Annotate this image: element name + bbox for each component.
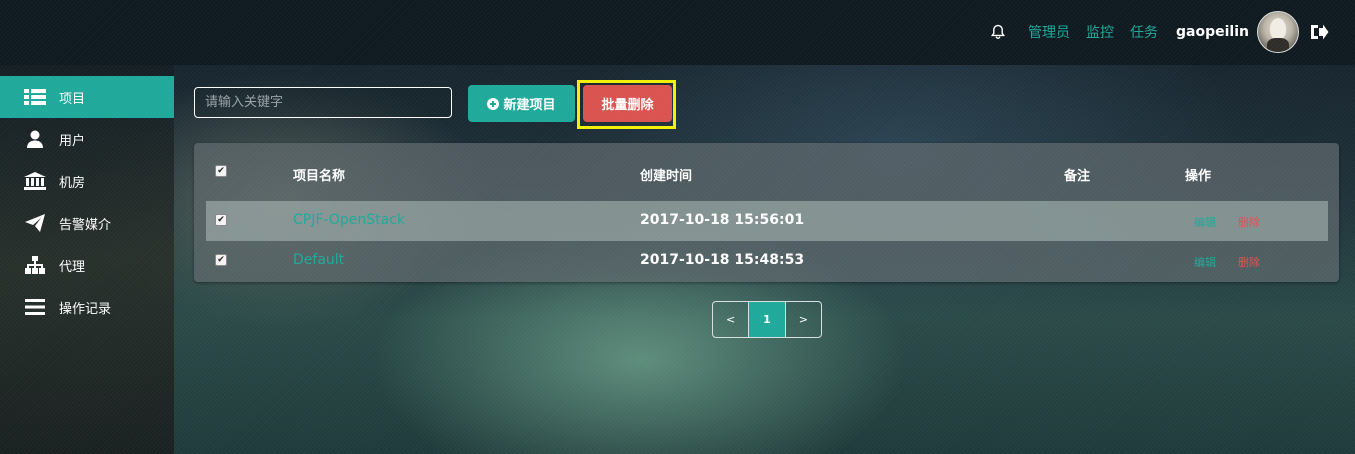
project-name-link[interactable]: Default — [293, 252, 344, 268]
row-checkbox[interactable]: ✔ — [215, 214, 227, 226]
edit-link[interactable]: 编辑 — [1194, 254, 1216, 270]
username[interactable]: gaopeilin — [1176, 24, 1249, 40]
sidebar-item-proxy[interactable]: 代理 — [0, 244, 174, 286]
sidebar-item-label: 代理 — [59, 259, 86, 275]
sidebar: 项目 用户 机房 告警媒介 代理 操作记录 — [0, 65, 174, 454]
sidebar-item-projects[interactable]: 项目 — [0, 76, 174, 118]
sidebar-item-users[interactable]: 用户 — [0, 118, 174, 160]
table-row: ✔ CPJF-OpenStack 2017-10-18 15:56:01 编辑 … — [206, 201, 1328, 241]
sidebar-item-label: 项目 — [59, 91, 86, 107]
sidebar-item-label: 用户 — [59, 133, 86, 149]
delete-link[interactable]: 删除 — [1238, 254, 1260, 270]
logout-icon[interactable] — [1309, 23, 1329, 41]
pagination: < 1 > — [712, 301, 822, 338]
building-icon — [24, 172, 46, 190]
column-header-created: 创建时间 — [640, 169, 693, 184]
sidebar-item-label: 机房 — [59, 175, 86, 191]
user-icon — [24, 130, 46, 148]
column-header-name: 项目名称 — [293, 169, 346, 184]
sidebar-item-alert-media[interactable]: 告警媒介 — [0, 202, 174, 244]
top-nav: 管理员 监控 任务 gaopeilin — [990, 11, 1329, 53]
sidebar-item-label: 告警媒介 — [59, 217, 112, 233]
nav-link-monitor[interactable]: 监控 — [1086, 22, 1114, 42]
column-header-actions: 操作 — [1185, 169, 1212, 184]
sidebar-item-operation-log[interactable]: 操作记录 — [0, 286, 174, 328]
nav-link-admin[interactable]: 管理员 — [1028, 22, 1070, 42]
new-project-label: 新建项目 — [503, 98, 556, 113]
batch-delete-button[interactable]: 批量删除 — [583, 85, 672, 122]
top-header: 管理员 监控 任务 gaopeilin — [0, 0, 1355, 65]
select-all-checkbox[interactable]: ✔ — [215, 165, 227, 177]
sidebar-item-label: 操作记录 — [59, 301, 112, 317]
sidebar-item-datacenter[interactable]: 机房 — [0, 160, 174, 202]
list-icon — [24, 88, 46, 106]
next-page-button[interactable]: > — [784, 302, 821, 337]
bell-icon[interactable] — [990, 24, 1006, 40]
new-project-button[interactable]: 新建项目 — [468, 85, 575, 122]
created-time: 2017-10-18 15:48:53 — [640, 252, 805, 268]
project-table: ✔ 项目名称 创建时间 备注 操作 ✔ CPJF-OpenStack 2017-… — [194, 143, 1339, 282]
row-checkbox[interactable]: ✔ — [215, 254, 227, 266]
search-input[interactable] — [194, 87, 452, 118]
menu-icon — [24, 298, 46, 316]
plus-circle-icon — [487, 97, 500, 110]
column-header-note: 备注 — [1064, 169, 1091, 184]
nav-link-tasks[interactable]: 任务 — [1130, 22, 1158, 42]
created-time: 2017-10-18 15:56:01 — [640, 212, 805, 228]
table-row: ✔ Default 2017-10-18 15:48:53 编辑 删除 — [206, 241, 1328, 281]
page-button-current[interactable]: 1 — [748, 302, 785, 337]
sitemap-icon — [24, 256, 46, 274]
avatar[interactable] — [1257, 11, 1299, 53]
paper-plane-icon — [24, 214, 46, 232]
edit-link[interactable]: 编辑 — [1194, 214, 1216, 230]
project-name-link[interactable]: CPJF-OpenStack — [293, 212, 405, 228]
delete-link[interactable]: 删除 — [1238, 214, 1260, 230]
prev-page-button[interactable]: < — [713, 302, 748, 337]
